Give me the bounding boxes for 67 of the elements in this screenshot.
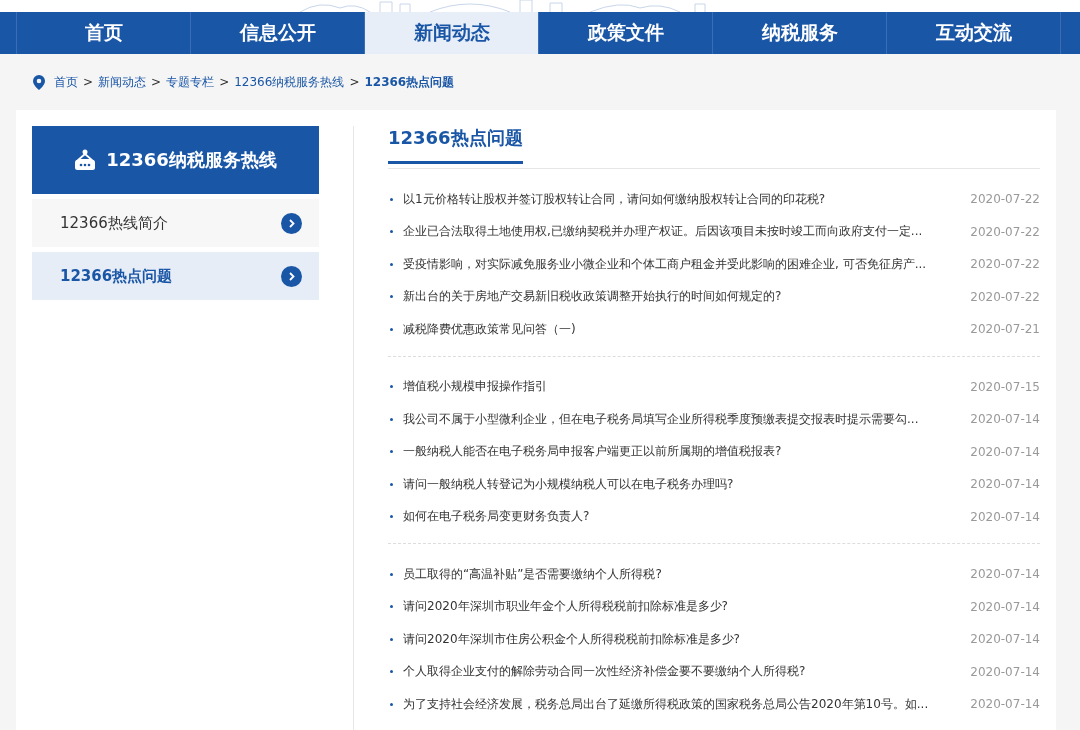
article-link[interactable]: 个人取得企业支付的解除劳动合同一次性经济补偿金要不要缴纳个人所得税? (403, 663, 970, 681)
article-link[interactable]: 新出台的关于房地产交易新旧税收政策调整开始执行的时间如何规定的? (403, 288, 970, 306)
bullet-icon (390, 295, 393, 299)
article-link[interactable]: 请问一般纳税人转登记为小规模纳税人可以在电子税务办理吗? (403, 475, 970, 493)
bullet-icon (390, 572, 393, 576)
location-pin-icon (33, 74, 45, 90)
article-link[interactable]: 请问2020年深圳市住房公积金个人所得税税前扣除标准是多少? (403, 630, 970, 648)
breadcrumb-link[interactable]: 首页 (54, 73, 78, 91)
bullet-icon (390, 327, 393, 331)
breadcrumb-separator: > (83, 75, 94, 89)
sidebar-title: 12366纳税服务热线 (106, 148, 277, 172)
phone-icon (74, 149, 97, 171)
article-link[interactable]: 请问2020年深圳市职业年金个人所得税税前扣除标准是多少? (403, 598, 970, 616)
breadcrumb-separator: > (219, 75, 230, 89)
article-date: 2020-07-14 (970, 509, 1040, 524)
article-date: 2020-07-21 (970, 322, 1040, 337)
article-date: 2020-07-14 (970, 444, 1040, 459)
bullet-icon (390, 670, 393, 674)
bullet-icon (390, 605, 393, 609)
nav-tab[interactable]: 纳税服务 (713, 12, 887, 54)
bullet-icon (390, 450, 393, 454)
article-link[interactable]: 一般纳税人能否在电子税务局申报客户端更正以前所属期的增值税报表? (403, 443, 970, 461)
bullet-icon (390, 262, 393, 266)
article-date: 2020-07-15 (970, 379, 1040, 394)
section-title: 12366热点问题 (388, 126, 523, 164)
article-link[interactable]: 员工取得的“高温补贴”是否需要缴纳个人所得税? (403, 565, 970, 583)
nav-tab[interactable]: 政策文件 (539, 12, 713, 54)
bullet-icon (390, 230, 393, 234)
bullet-icon (390, 385, 393, 389)
nav-tab[interactable]: 首页 (17, 12, 191, 54)
nav-tab[interactable]: 新闻动态 (365, 12, 539, 54)
breadcrumb-link[interactable]: 新闻动态 (98, 73, 147, 91)
article-date: 2020-07-14 (970, 412, 1040, 427)
article-date: 2020-07-14 (970, 664, 1040, 679)
breadcrumb-link[interactable]: 12366热点问题 (364, 73, 455, 91)
breadcrumb-separator: > (349, 75, 360, 89)
bullet-icon (390, 197, 393, 201)
article-date: 2020-07-14 (970, 477, 1040, 492)
breadcrumb-link[interactable]: 12366纳税服务热线 (234, 73, 345, 91)
article-link[interactable]: 企业已合法取得土地使用权,已缴纳契税并办理产权证。后因该项目未按时竣工而向政府支付一定... (403, 223, 970, 241)
article-date: 2020-07-22 (970, 257, 1040, 272)
article-date: 2020-07-14 (970, 599, 1040, 614)
article-link[interactable]: 减税降费优惠政策常见问答（一) (403, 320, 970, 338)
bullet-icon (390, 515, 393, 519)
bullet-icon (390, 637, 393, 641)
bullet-icon (390, 417, 393, 421)
article-link[interactable]: 我公司不属于小型微利企业，但在电子税务局填写企业所得税季度预缴表提交报表时提示需要勾... (403, 410, 970, 428)
chevron-right-icon (281, 265, 302, 287)
breadcrumb-separator: > (151, 75, 162, 89)
article-date: 2020-07-22 (970, 289, 1040, 304)
sidebar-item[interactable]: 12366热点问题 (32, 252, 319, 300)
nav-tab[interactable]: 互动交流 (887, 12, 1060, 54)
article-date: 2020-07-22 (970, 192, 1040, 207)
bullet-icon (390, 702, 393, 706)
article-link[interactable]: 增值税小规模申报操作指引 (403, 378, 970, 396)
breadcrumb-link[interactable]: 专题专栏 (166, 73, 215, 91)
article-date: 2020-07-14 (970, 632, 1040, 647)
article-link[interactable]: 为了支持社会经济发展，税务总局出台了延缴所得税政策的国家税务总局公告2020年第10号。如... (403, 695, 970, 713)
article-link[interactable]: 以1元价格转让股权并签订股权转让合同，请问如何缴纳股权转让合同的印花税? (403, 190, 970, 208)
article-date: 2020-07-14 (970, 567, 1040, 582)
article-link[interactable]: 受疫情影响，对实际减免服务业小微企业和个体工商户租金并受此影响的困难企业, 可否免征房产... (403, 255, 970, 273)
chevron-right-icon (281, 212, 302, 234)
article-link[interactable]: 如何在电子税务局变更财务负责人? (403, 508, 970, 526)
article-date: 2020-07-14 (970, 697, 1040, 712)
article-date: 2020-07-22 (970, 224, 1040, 239)
bullet-icon (390, 482, 393, 486)
sidebar-item[interactable]: 12366热线简介 (32, 199, 319, 247)
